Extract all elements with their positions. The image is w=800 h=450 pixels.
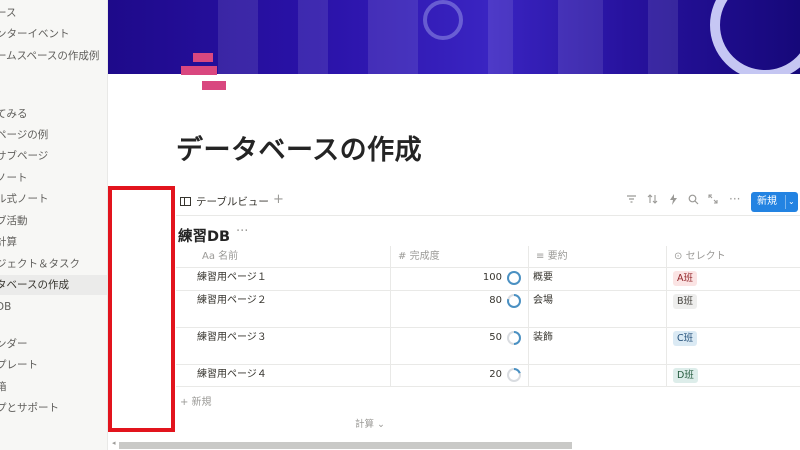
sidebar-item[interactable]: プとサポート (0, 398, 107, 418)
row-progress-value[interactable]: 20 (402, 365, 502, 385)
sidebar-item[interactable]: ース (0, 3, 107, 23)
sidebar: ースンターイベントームスペースの作成例てみるページの例サブページノートル式ノート… (0, 0, 108, 450)
progress-ring-icon (507, 331, 521, 345)
sidebar-item-label: てみる (0, 108, 28, 120)
sidebar-item-label: ース (0, 7, 17, 19)
table-row[interactable]: 練習用ページ４ 20 D班 (176, 365, 800, 387)
sidebar-item-label: ブ活動 (0, 215, 28, 227)
sidebar-item-label: ノート (0, 172, 28, 184)
progress-ring-icon (507, 368, 521, 382)
sidebar-item-label: ル式ノート (0, 193, 49, 205)
sidebar-item[interactable]: ページの例 (0, 125, 107, 145)
calculate-button[interactable]: 計算 ⌄ (355, 416, 385, 430)
row-name[interactable]: 練習用ページ４ (197, 365, 267, 385)
sidebar-item-label: ページの例 (0, 129, 49, 141)
select-tag[interactable]: B班 (673, 294, 698, 309)
column-header-select[interactable]: ⊙ セレクト (668, 246, 726, 268)
expand-icon[interactable] (708, 194, 718, 207)
sort-icon[interactable] (647, 194, 658, 207)
sidebar-item-label: ンターイベント (0, 28, 70, 40)
sidebar-item[interactable]: 箱 (0, 377, 107, 397)
sidebar-item[interactable]: てみる (0, 104, 107, 124)
sidebar-item[interactable]: サブページ (0, 146, 107, 166)
database-view-bar: テーブルビュー + ··· 新規 ⌄ (176, 190, 800, 216)
tab-table-view[interactable]: テーブルビュー (180, 194, 269, 209)
progress-ring-icon (507, 294, 521, 308)
automation-icon[interactable] (669, 194, 678, 208)
sidebar-item-label: タベースの作成 (0, 279, 69, 291)
search-icon[interactable] (688, 194, 699, 208)
sidebar-item-label: サブページ (0, 150, 49, 162)
horizontal-scrollbar-thumb[interactable] (119, 442, 572, 449)
sidebar-item[interactable]: ル式ノート (0, 189, 107, 209)
page-icon[interactable] (181, 50, 227, 92)
select-tag[interactable]: C班 (673, 331, 698, 346)
more-icon[interactable]: ··· (729, 192, 740, 206)
sidebar-item-label: 計算 (0, 236, 17, 248)
row-progress-value[interactable]: 50 (402, 328, 502, 348)
add-view-button[interactable]: + (273, 192, 284, 207)
new-button-label: 新規 (757, 196, 777, 207)
sidebar-item[interactable]: ームスペースの作成例 (0, 46, 107, 66)
ship-wheel-graphic (710, 0, 800, 74)
select-tag[interactable]: A班 (673, 271, 697, 286)
row-summary[interactable]: 概要 (533, 268, 553, 288)
table-row[interactable]: 練習用ページ３ 50 装飾 C班 (176, 328, 800, 365)
highlight-box (108, 186, 175, 432)
progress-ring-icon (507, 271, 521, 285)
row-name[interactable]: 練習用ページ３ (197, 328, 267, 348)
row-progress-value[interactable]: 80 (402, 291, 502, 311)
column-header-name[interactable]: Aa 名前 (196, 246, 238, 268)
sidebar-item[interactable]: ンターイベント (0, 24, 107, 44)
add-row-button[interactable]: + 新規 (180, 393, 212, 408)
sidebar-item-label: プとサポート (0, 402, 59, 414)
row-name[interactable]: 練習用ページ１ (197, 268, 267, 288)
page-title[interactable]: データベースの作成 (176, 128, 422, 167)
sidebar-item[interactable]: タベースの作成 (0, 275, 107, 295)
column-header-progress[interactable]: # 完成度 (392, 246, 440, 268)
view-tab-label: テーブルビュー (196, 196, 269, 208)
database-more-icon[interactable]: ··· (236, 224, 248, 239)
sidebar-item[interactable] (0, 78, 107, 98)
row-summary[interactable]: 会場 (533, 291, 553, 311)
new-button[interactable]: 新規 ⌄ (751, 192, 798, 212)
table-row[interactable]: 練習用ページ１ 100 概要 A班 (176, 268, 800, 291)
sidebar-item-label: 箱 (0, 377, 7, 397)
chevron-down-icon[interactable]: ⌄ (788, 192, 795, 212)
table-icon (180, 197, 191, 206)
table-row[interactable]: 練習用ページ２ 80 会場 B班 (176, 291, 800, 328)
wheel-graphic (423, 0, 463, 40)
database-title[interactable]: 練習DB (178, 225, 230, 246)
column-header-summary[interactable]: ≡ 要約 (530, 246, 568, 268)
scroll-left-icon[interactable]: ◂ (112, 439, 116, 447)
sidebar-item-label: プレート (0, 359, 38, 371)
table-header-row: Aa 名前 # 完成度 ≡ 要約 ⊙ セレクト (176, 246, 800, 268)
sidebar-item-label: DB (0, 301, 12, 313)
row-progress-value[interactable]: 100 (402, 268, 502, 288)
sidebar-item[interactable]: 計算 (0, 232, 107, 252)
sidebar-item[interactable]: ノート (0, 168, 107, 188)
row-summary[interactable]: 装飾 (533, 328, 553, 348)
filter-icon[interactable] (626, 194, 637, 207)
row-name[interactable]: 練習用ページ２ (197, 291, 267, 311)
sidebar-item[interactable]: ンダー (0, 334, 107, 354)
select-tag[interactable]: D班 (673, 368, 698, 383)
sidebar-item-label: ンダー (0, 338, 28, 350)
sidebar-item[interactable]: ジェクト＆タスク (0, 254, 107, 274)
sidebar-item[interactable]: DB (0, 297, 107, 317)
sidebar-item[interactable]: ブ活動 (0, 211, 107, 231)
sidebar-item[interactable]: プレート (0, 355, 107, 375)
sidebar-item-label: ジェクト＆タスク (0, 258, 80, 270)
sidebar-item-label: ームスペースの作成例 (0, 50, 100, 62)
